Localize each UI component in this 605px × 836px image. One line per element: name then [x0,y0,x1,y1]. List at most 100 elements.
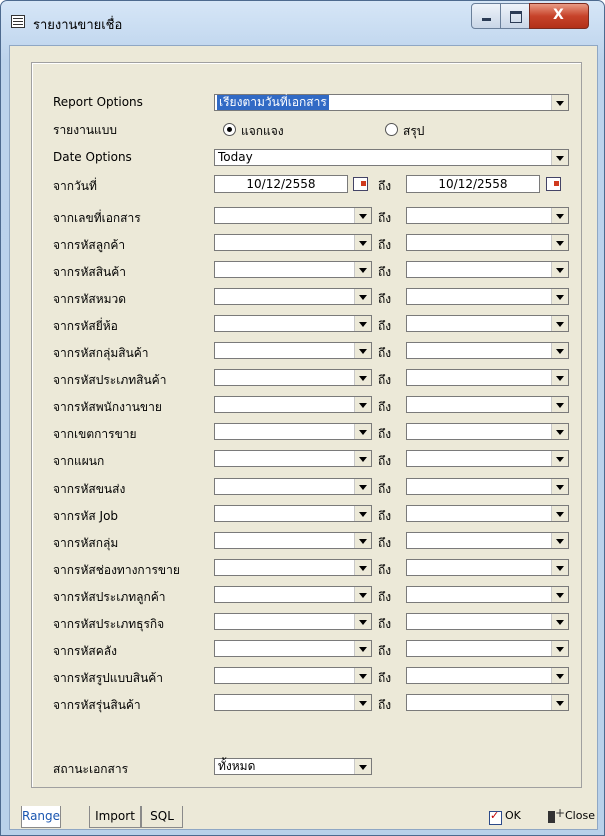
range-from-select[interactable] [214,667,372,684]
calendar-icon[interactable] [543,175,563,193]
report-options-select[interactable]: เรียงตามวันที่เอกสาร [214,94,569,111]
ok-button[interactable]: OK [505,809,521,822]
chevron-down-icon[interactable] [551,587,568,602]
range-from-select[interactable] [214,342,372,359]
range-from-select[interactable] [214,234,372,251]
chevron-down-icon[interactable] [354,668,371,683]
chevron-down-icon[interactable] [354,614,371,629]
maximize-button[interactable] [500,3,530,29]
chevron-down-icon[interactable] [354,316,371,331]
range-to-select[interactable] [406,207,569,224]
chevron-down-icon[interactable] [551,560,568,575]
range-from-select[interactable] [214,532,372,549]
report-type-summary-radio[interactable] [385,123,398,136]
chevron-down-icon[interactable] [551,370,568,385]
window-menu-icon[interactable] [11,15,25,28]
calendar-icon[interactable] [350,175,370,193]
chevron-down-icon[interactable] [354,289,371,304]
chevron-down-icon[interactable] [551,451,568,466]
range-to-select[interactable] [406,613,569,630]
date-options-select[interactable]: Today [214,149,569,166]
chevron-down-icon[interactable] [354,506,371,521]
range-from-select[interactable] [214,478,372,495]
chevron-down-icon[interactable] [551,289,568,304]
chevron-down-icon[interactable] [354,587,371,602]
chevron-down-icon[interactable] [551,695,568,710]
range-from-select[interactable] [214,586,372,603]
chevron-down-icon[interactable] [354,479,371,494]
range-from-select[interactable] [214,261,372,278]
range-from-select[interactable] [214,450,372,467]
tab-range[interactable]: Range [21,806,61,828]
close-window-button[interactable] [529,3,589,29]
close-button[interactable]: Close [565,809,595,822]
chevron-down-icon[interactable] [551,668,568,683]
range-to-select[interactable] [406,478,569,495]
range-from-select[interactable] [214,288,372,305]
minimize-button[interactable] [471,3,501,29]
range-to-select[interactable] [406,342,569,359]
range-to-select[interactable] [406,261,569,278]
chevron-down-icon[interactable] [354,370,371,385]
chevron-down-icon[interactable] [354,208,371,223]
chevron-down-icon[interactable] [354,759,371,774]
range-to-select[interactable] [406,423,569,440]
chevron-down-icon[interactable] [551,235,568,250]
chevron-down-icon[interactable] [551,316,568,331]
range-to-select[interactable] [406,315,569,332]
range-to-select[interactable] [406,450,569,467]
range-to-select[interactable] [406,234,569,251]
range-to-select[interactable] [406,396,569,413]
chevron-down-icon[interactable] [354,533,371,548]
range-to-select[interactable] [406,369,569,386]
range-to-select[interactable] [406,694,569,711]
chevron-down-icon[interactable] [354,262,371,277]
range-to-select[interactable] [406,586,569,603]
date-from-input[interactable]: 10/12/2558 [214,175,348,193]
chevron-down-icon[interactable] [551,479,568,494]
chevron-down-icon[interactable] [551,641,568,656]
chevron-down-icon[interactable] [551,533,568,548]
range-to-select[interactable] [406,505,569,522]
tab-sql[interactable]: SQL [141,806,183,828]
chevron-down-icon[interactable] [551,424,568,439]
range-to-select[interactable] [406,667,569,684]
range-from-select[interactable] [214,315,372,332]
doc-status-value: ทั้งหมด [218,759,256,773]
chevron-down-icon[interactable] [354,695,371,710]
chevron-down-icon[interactable] [354,424,371,439]
range-from-select[interactable] [214,640,372,657]
range-from-select[interactable] [214,207,372,224]
date-to-input[interactable]: 10/12/2558 [406,175,540,193]
doc-status-select[interactable]: ทั้งหมด [214,758,372,775]
chevron-down-icon[interactable] [354,235,371,250]
chevron-down-icon[interactable] [551,506,568,521]
range-to-select[interactable] [406,559,569,576]
chevron-down-icon[interactable] [354,451,371,466]
range-from-select[interactable] [214,369,372,386]
range-from-select[interactable] [214,423,372,440]
chevron-down-icon[interactable] [354,641,371,656]
chevron-down-icon[interactable] [551,262,568,277]
range-from-select[interactable] [214,505,372,522]
exit-icon[interactable] [548,806,565,824]
chevron-down-icon[interactable] [354,343,371,358]
chevron-down-icon[interactable] [551,95,568,110]
chevron-down-icon[interactable] [551,150,568,165]
range-from-select[interactable] [214,559,372,576]
range-to-select[interactable] [406,532,569,549]
chevron-down-icon[interactable] [551,208,568,223]
range-from-select[interactable] [214,396,372,413]
range-to-select[interactable] [406,288,569,305]
range-from-select[interactable] [214,694,372,711]
report-type-detail-radio[interactable] [223,123,236,136]
tab-import[interactable]: Import [89,806,141,828]
chevron-down-icon[interactable] [551,397,568,412]
chevron-down-icon[interactable] [354,560,371,575]
chevron-down-icon[interactable] [551,614,568,629]
chevron-down-icon[interactable] [354,397,371,412]
range-from-select[interactable] [214,613,372,630]
chevron-down-icon[interactable] [551,343,568,358]
ok-icon[interactable] [489,809,502,825]
range-to-select[interactable] [406,640,569,657]
